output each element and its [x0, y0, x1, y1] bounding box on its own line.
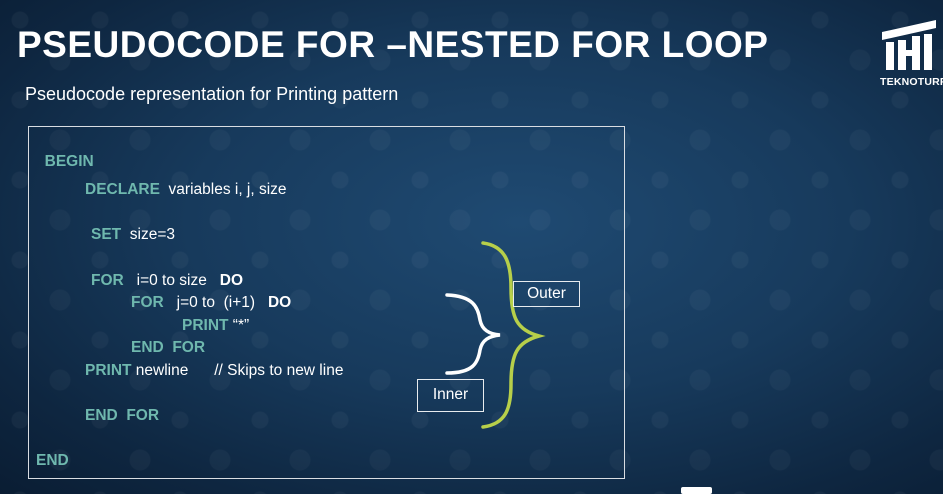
code-line-print-newline: PRINT newline // Skips to new line — [85, 362, 343, 380]
code-line-begin: BEGIN — [36, 135, 94, 171]
code-line-declare: DECLARE variables i, j, size — [85, 181, 287, 199]
keyword-declare: DECLARE — [85, 181, 160, 198]
outer-label: Outer — [513, 281, 580, 307]
for-outer-text: i=0 to size — [123, 272, 220, 289]
keyword-for-outer: FOR — [91, 272, 124, 289]
code-line-endfor-inner: END FOR — [131, 339, 205, 357]
keyword-set: SET — [91, 226, 122, 243]
keyword-endfor-outer: END FOR — [85, 407, 160, 424]
inner-label: Inner — [417, 379, 484, 412]
keyword-do-inner: DO — [267, 294, 292, 311]
code-line-end: END — [36, 452, 69, 470]
set-text: size=3 — [121, 226, 176, 243]
code-line-endfor-outer: END FOR — [85, 407, 159, 425]
keyword-endfor-inner: END FOR — [131, 339, 206, 356]
keyword-for-inner: FOR — [131, 294, 164, 311]
keyword-do-outer: DO — [219, 272, 244, 289]
slide-title: PSEUDOCODE FOR –NESTED FOR LOOP — [17, 24, 769, 65]
print-star-text: “*” — [228, 317, 250, 334]
video-timestamp-badge — [681, 487, 712, 494]
keyword-begin: BEGIN — [44, 153, 94, 170]
logo-text: TEKNOTURF — [880, 76, 943, 88]
code-line-set: SET size=3 — [91, 226, 175, 244]
code-line-for-outer: FOR i=0 to size DO — [91, 272, 243, 290]
declare-text: variables i, j, size — [159, 181, 287, 198]
slide-subtitle: Pseudocode representation for Printing p… — [25, 84, 399, 104]
code-line-for-inner: FOR j=0 to (i+1) DO — [131, 294, 291, 312]
keyword-end: END — [36, 452, 69, 469]
for-inner-text: j=0 to (i+1) — [163, 294, 268, 311]
keyword-print-newline: PRINT — [85, 362, 132, 379]
keyword-print-star: PRINT — [182, 317, 229, 334]
print-newline-text: newline // Skips to new line — [131, 362, 344, 379]
code-line-print-star: PRINT “*” — [182, 317, 249, 335]
